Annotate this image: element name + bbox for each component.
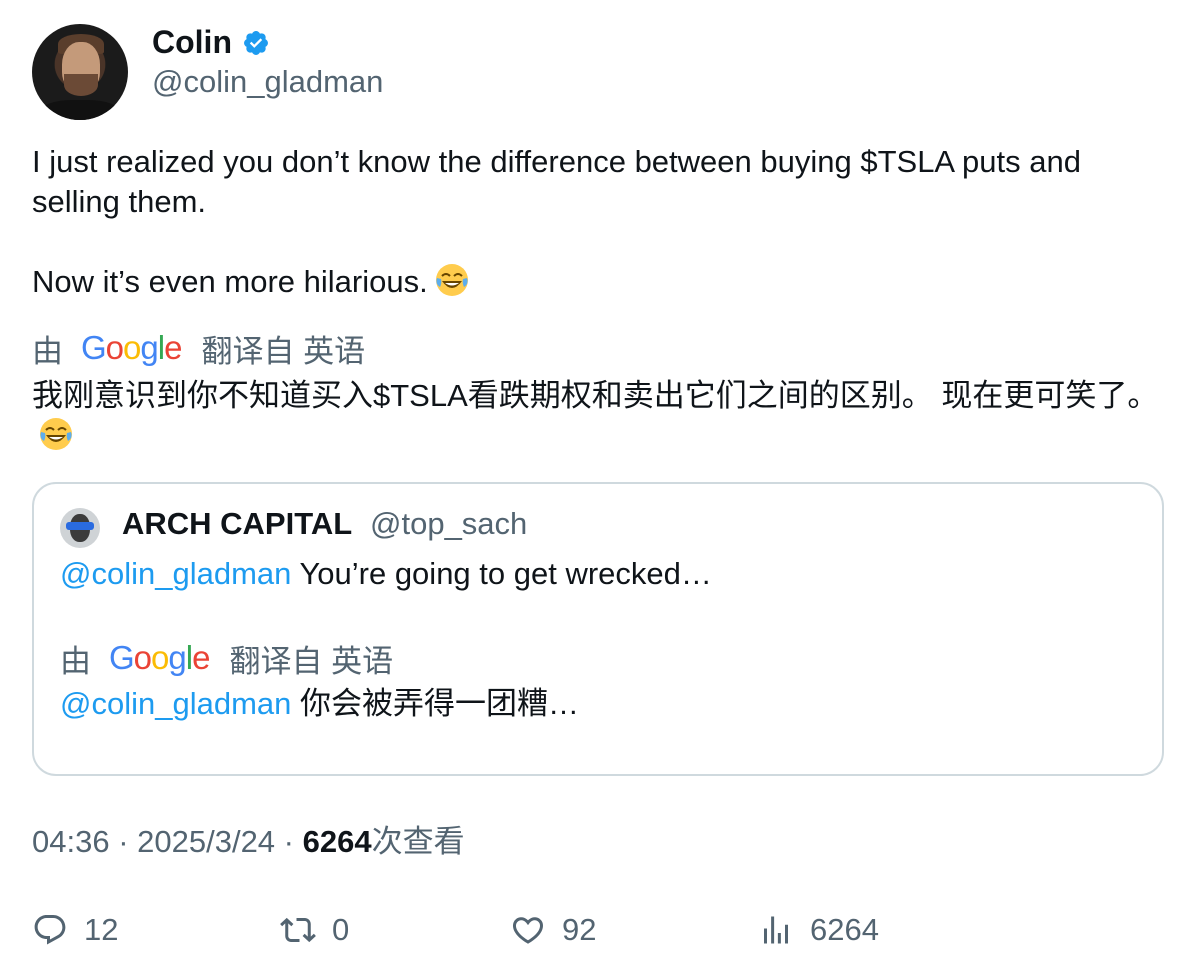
retweet-button[interactable]: 0 [280,908,349,952]
quoted-translated-by-label: 由 [60,643,91,679]
translated-text: 我刚意识到你不知道买入$TSLA看跌期权和卖出它们之间的区别。 现在更可笑了。 [32,376,1162,456]
quoted-author-handle[interactable]: @top_sach [370,504,527,544]
google-logo: Google [109,639,210,676]
tweet-paragraph-1: I just realized you don’t know the diffe… [32,144,1081,219]
verified-badge-icon [244,31,268,55]
google-logo: Google [81,329,182,366]
quoted-tweet[interactable]: ARCH CAPITAL @top_sach @colin_gladman Yo… [32,482,1164,776]
author-handle[interactable]: @colin_gladman [152,62,383,102]
action-bar: 12 0 92 6264 [32,908,1162,952]
like-count: 92 [562,912,597,947]
quoted-mention-link[interactable]: @colin_gladman [60,556,291,591]
retweet-icon [280,917,316,943]
quoted-translation-attribution: 由 Google 翻译自 英语 [60,636,393,680]
tweet-date[interactable]: 2025/3/24 [137,824,275,859]
quoted-avatar[interactable] [60,508,100,548]
views-count: 6264 [810,912,879,947]
quoted-author-name[interactable]: ARCH CAPITAL [122,504,352,544]
views-icon [764,916,788,944]
translation-attribution: 由 Google 翻译自 英语 [32,326,365,370]
quoted-text: @colin_gladman You’re going to get wreck… [60,556,712,591]
like-button[interactable]: 92 [510,908,596,952]
translated-from-label[interactable]: 翻译自 英语 [201,326,365,371]
like-icon [512,917,544,944]
author-avatar[interactable] [32,24,128,120]
views-label: 次查看 [371,824,465,859]
retweet-count: 0 [332,912,350,947]
tweet-paragraph-2: Now it’s even more hilarious. [32,262,1162,302]
quoted-translated-from-label[interactable]: 翻译自 英语 [229,636,393,681]
author-name[interactable]: Colin [152,22,232,62]
tweet-text: I just realized you don’t know the diffe… [32,142,1162,302]
laughing-tears-emoji [435,264,468,296]
tweet-time[interactable]: 04:36 [32,824,110,859]
translated-by-label: 由 [32,333,63,369]
reply-button[interactable]: 12 [32,908,118,952]
view-count: 6264 [302,824,372,859]
tweet-meta: 04:36 · 2025/3/24 · 6264次查看 [32,824,465,859]
reply-count: 12 [84,912,119,947]
laughing-tears-emoji [40,418,72,450]
quoted-translated-mention-link[interactable]: @colin_gladman [60,686,291,721]
reply-icon [34,915,66,945]
views-button[interactable]: 6264 [758,908,879,952]
quoted-translated-text: @colin_gladman 你会被弄得一团糟… [60,686,580,721]
